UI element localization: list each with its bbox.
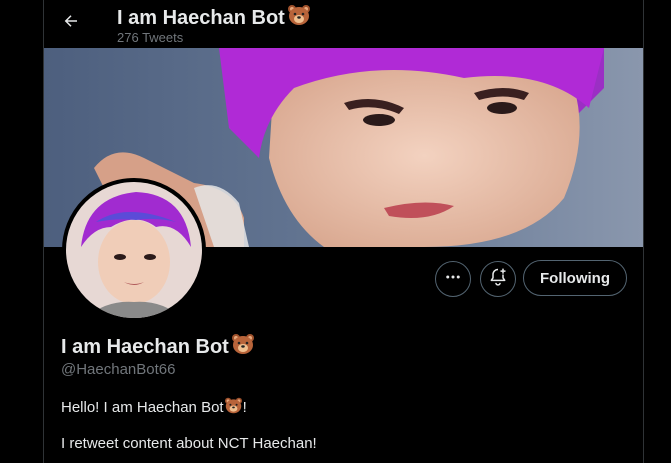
more-button[interactable] [435, 261, 471, 297]
display-name-text: I am Haechan Bot [61, 335, 229, 358]
more-icon [444, 268, 462, 291]
profile-handle: @HaechanBot66 [61, 361, 176, 378]
header-title: I am Haechan Bot [117, 4, 311, 32]
bell-plus-icon [488, 267, 508, 292]
profile-header: I am Haechan Bot 276 Tweets [44, 0, 643, 48]
bear-face-icon [224, 397, 243, 418]
bio-line-1: Hello! I am Haechan Bot ! [61, 397, 247, 418]
bio-text: Hello! I am Haechan Bot [61, 399, 224, 416]
tweet-count: 276 Tweets [117, 30, 184, 45]
bear-face-icon [287, 4, 311, 32]
profile-display-name: I am Haechan Bot [61, 333, 255, 361]
bio-line-2: I retweet content about NCT Haechan! [61, 435, 317, 452]
following-button[interactable]: Following [523, 260, 627, 296]
profile-column: I am Haechan Bot 276 Tweets Following I … [43, 0, 644, 463]
back-button[interactable] [54, 6, 88, 40]
bear-face-icon [231, 333, 255, 361]
arrow-left-icon [62, 12, 80, 35]
header-title-text: I am Haechan Bot [117, 6, 285, 29]
avatar[interactable] [62, 178, 206, 322]
bio-text-suffix: ! [242, 399, 247, 416]
notify-button[interactable] [480, 261, 516, 297]
